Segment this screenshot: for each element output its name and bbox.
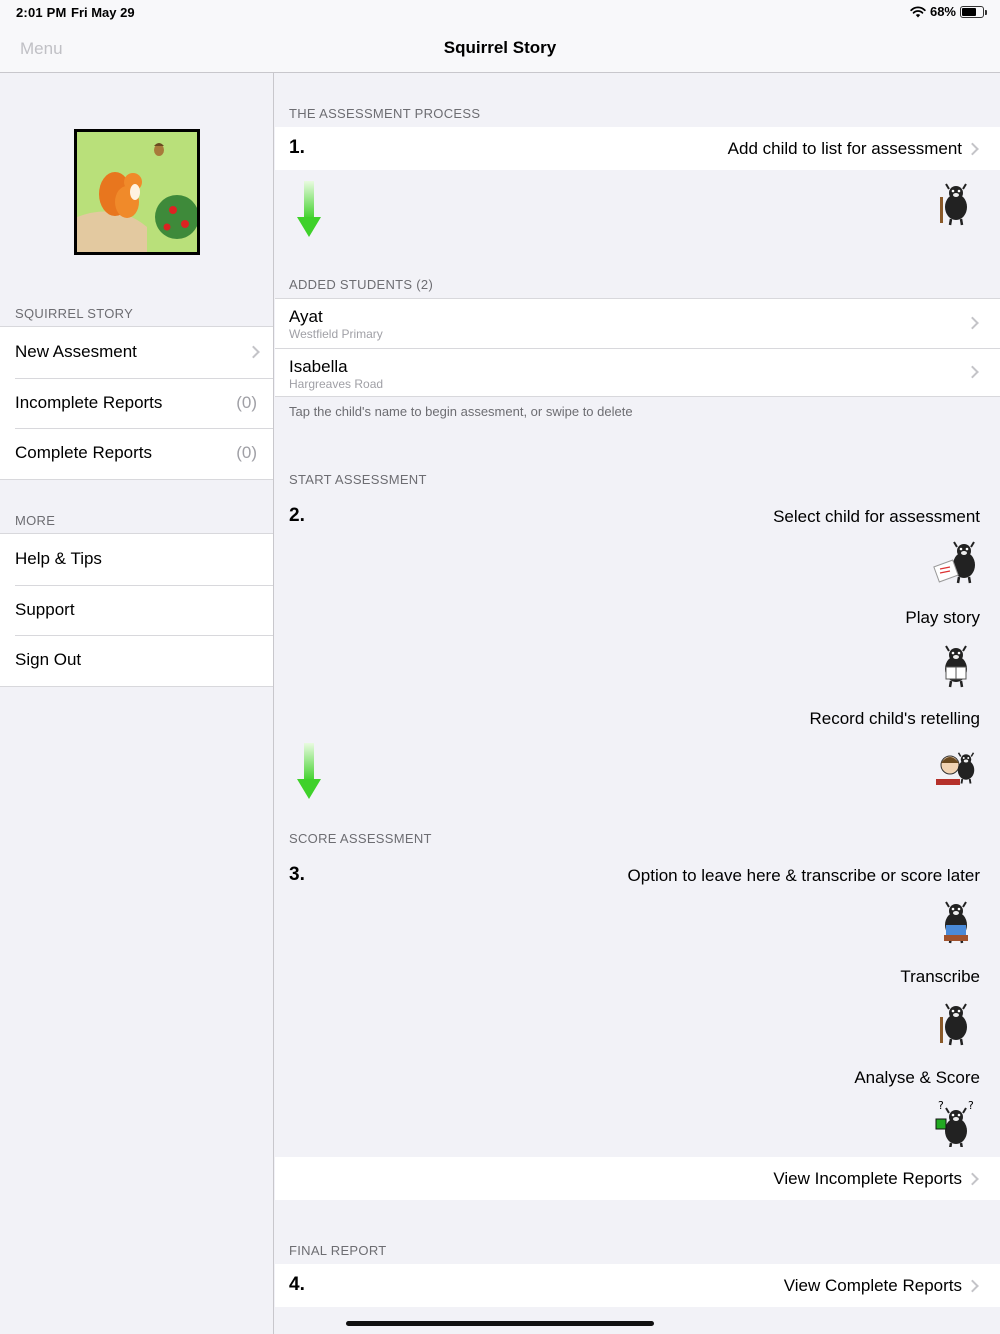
- sheep-computer-icon: [943, 900, 969, 945]
- home-indicator[interactable]: [346, 1321, 654, 1326]
- sidebar-item-label: Complete Reports: [15, 443, 153, 463]
- step-select-child: Select child for assessment: [773, 507, 980, 526]
- sidebar-item-sign-out[interactable]: Sign Out: [0, 635, 273, 686]
- chevron-right-icon: [966, 142, 979, 155]
- student-name: Ayat: [289, 307, 323, 326]
- battery-icon: [960, 5, 987, 18]
- sidebar-item-new-assessment[interactable]: New Assesment: [0, 327, 273, 378]
- section-header-students: ADDED STUDENTS (2): [289, 277, 434, 292]
- incomplete-count: (0): [236, 392, 257, 412]
- step-number-3: 3.: [289, 864, 305, 885]
- chevron-right-icon: [966, 1172, 979, 1185]
- sheep-question-icon: ? ?: [935, 1099, 974, 1147]
- sidebar-item-label: Support: [15, 599, 75, 619]
- step-number-2: 2.: [289, 505, 305, 526]
- status-time: 2:01 PM: [16, 5, 67, 20]
- step-analyse-score: Analyse & Score: [854, 1068, 980, 1087]
- sidebar-item-complete-reports[interactable]: Complete Reports (0): [0, 428, 273, 479]
- svg-text:?: ?: [968, 1099, 974, 1112]
- section-header-more: MORE: [15, 513, 56, 528]
- sidebar-group-more: Help & Tips Support Sign Out: [0, 533, 273, 687]
- list-item[interactable]: Ayat Westfield Primary: [275, 299, 1000, 348]
- step-number-4: 4.: [289, 1274, 305, 1295]
- chevron-right-icon: [247, 345, 260, 359]
- sidebar-item-label: Help & Tips: [15, 549, 102, 569]
- sheep-book-icon: [943, 644, 969, 689]
- student-school: Hargreaves Road: [289, 376, 384, 391]
- main-panel: THE ASSESSMENT PROCESS 1. Add child to l…: [275, 73, 1000, 1334]
- list-item[interactable]: Isabella Hargreaves Road: [275, 347, 1000, 397]
- sidebar: SQUIRREL STORY New Assesment Incomplete …: [0, 73, 274, 1334]
- chevron-right-icon: [966, 365, 979, 379]
- step-number-1: 1.: [289, 137, 305, 158]
- chevron-right-icon: [966, 316, 979, 330]
- sheep-pencil-icon: [940, 1002, 969, 1047]
- story-cover-image: [74, 129, 200, 255]
- view-incomplete-reports-link: View Incomplete Reports: [773, 1169, 962, 1188]
- battery-percent: 68%: [929, 4, 956, 19]
- section-header-start: START ASSESSMENT: [289, 472, 427, 487]
- page-title: Squirrel Story: [443, 38, 557, 57]
- add-child-label: Add child to list for assessment: [727, 139, 962, 158]
- complete-count: (0): [236, 443, 257, 463]
- down-arrow-icon: [297, 181, 321, 237]
- down-arrow-icon: [297, 743, 321, 799]
- section-header-process: THE ASSESSMENT PROCESS: [289, 106, 481, 121]
- view-incomplete-cell[interactable]: View Incomplete Reports: [275, 1157, 1000, 1200]
- sheep-pencil-icon: [940, 182, 969, 227]
- step-transcribe: Transcribe: [900, 967, 980, 986]
- add-child-cell[interactable]: 1. Add child to list for assessment: [275, 127, 1000, 170]
- sidebar-group-main: New Assesment Incomplete Reports (0) Com…: [0, 326, 273, 480]
- students-list: Ayat Westfield Primary Isabella Hargreav…: [275, 298, 1000, 397]
- view-complete-cell[interactable]: 4. View Complete Reports: [275, 1264, 1000, 1307]
- step-record-retelling: Record child's retelling: [809, 709, 981, 728]
- svg-text:?: ?: [938, 1099, 944, 1112]
- sidebar-item-label: Sign Out: [15, 650, 82, 670]
- student-name: Isabella: [289, 356, 348, 376]
- student-school: Westfield Primary: [289, 327, 383, 341]
- sidebar-item-incomplete-reports[interactable]: Incomplete Reports (0): [0, 377, 273, 429]
- child-and-sheep-icon: [936, 751, 976, 785]
- sidebar-item-support[interactable]: Support: [0, 584, 273, 636]
- top-bar: 2:01 PM Fri May 29 68% Menu Squirrel Sto…: [0, 0, 1000, 73]
- wifi-icon: [910, 5, 926, 17]
- status-indicators: 68%: [910, 4, 987, 19]
- section-header-final: FINAL REPORT: [289, 1243, 387, 1258]
- sidebar-item-help-tips[interactable]: Help & Tips: [0, 534, 273, 585]
- status-date: Fri May 29: [71, 5, 135, 20]
- sidebar-item-label: Incomplete Reports: [15, 392, 163, 412]
- step-play-story: Play story: [905, 608, 980, 627]
- section-header-score: SCORE ASSESSMENT: [289, 831, 432, 846]
- sheep-paper-icon: [933, 540, 977, 585]
- sidebar-item-label: New Assesment: [15, 342, 137, 362]
- chevron-right-icon: [966, 1279, 979, 1292]
- view-complete-reports-link: View Complete Reports: [783, 1276, 962, 1295]
- section-header-squirrel-story: SQUIRREL STORY: [15, 306, 134, 321]
- students-hint: Tap the child's name to begin assesment,…: [289, 404, 633, 419]
- step-leave-option: Option to leave here & transcribe or sco…: [627, 866, 980, 885]
